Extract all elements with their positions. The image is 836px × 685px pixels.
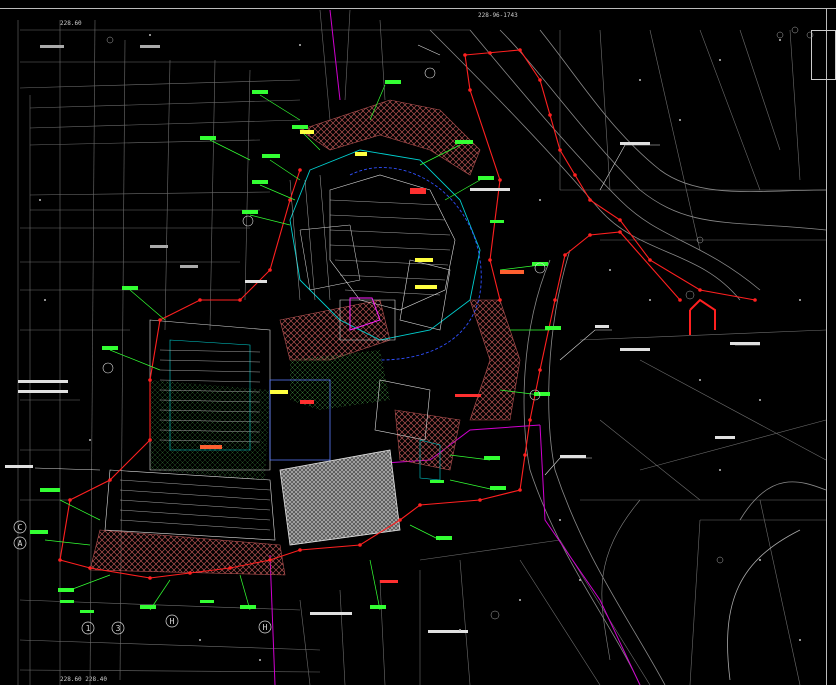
axis-marker-label-h-2: H xyxy=(263,623,268,632)
axis-marker-label-1: 1 xyxy=(86,624,91,633)
axis-marker-label-h-1: H xyxy=(170,617,175,626)
cad-site-plan[interactable]: C A 1 3 H H xyxy=(0,0,836,685)
tree-symbols xyxy=(106,26,814,620)
axis-marker-label-a: A xyxy=(18,539,23,548)
axis-marker-label-3: 3 xyxy=(116,624,121,633)
axis-marker-label-c: C xyxy=(18,523,23,532)
